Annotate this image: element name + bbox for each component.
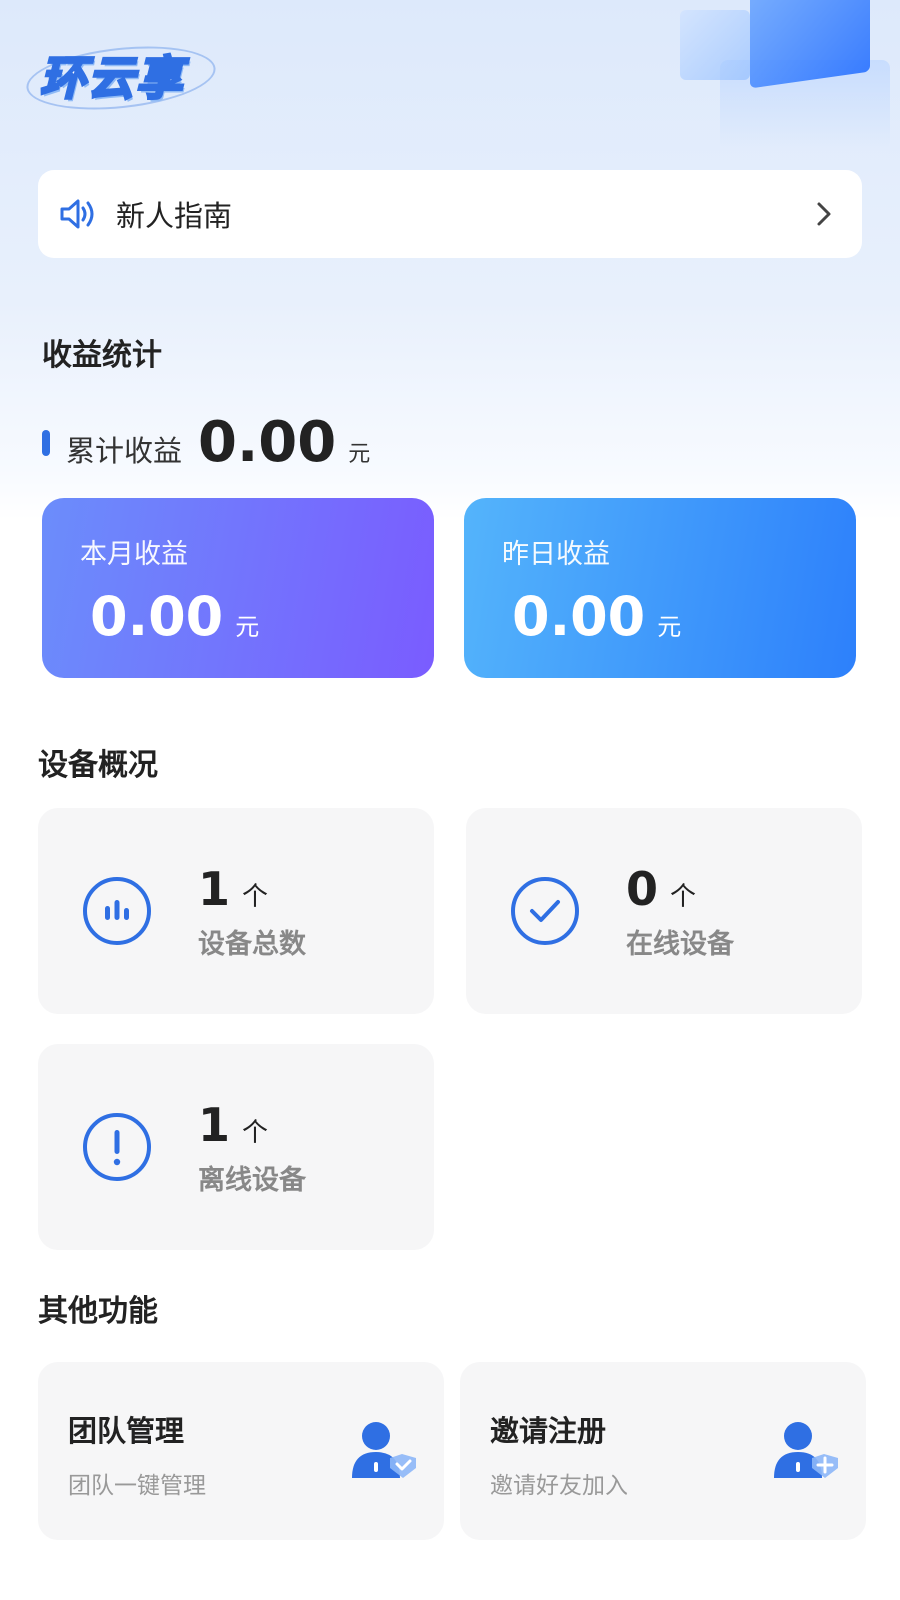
- yesterday-earnings-unit: 元: [657, 613, 682, 641]
- newbie-guide-banner[interactable]: 新人指南: [38, 170, 862, 258]
- earnings-section-title: 收益统计: [42, 338, 162, 373]
- device-online-count: 0: [626, 861, 659, 916]
- device-total-unit: 个: [242, 881, 269, 912]
- yesterday-earnings-label: 昨日收益: [502, 539, 610, 570]
- device-total-label: 设备总数: [198, 928, 306, 960]
- month-earnings-unit: 元: [235, 613, 260, 641]
- device-total-card[interactable]: 1 个 设备总数: [38, 808, 434, 1014]
- guide-label: 新人指南: [116, 199, 233, 233]
- device-offline-unit: 个: [242, 1117, 269, 1148]
- device-online-card[interactable]: 0 个 在线设备: [466, 808, 862, 1014]
- team-manage-card[interactable]: 团队管理 团队一键管理: [38, 1362, 444, 1540]
- functions-section-title: 其他功能: [38, 1294, 158, 1329]
- device-offline-count: 1: [198, 1097, 231, 1152]
- speaker-icon: [60, 199, 94, 229]
- chevron-right-icon: [817, 202, 831, 226]
- device-online-label: 在线设备: [626, 928, 734, 960]
- total-earnings: 累计收益 0.00 元: [42, 410, 370, 475]
- total-earnings-unit: 元: [348, 442, 371, 467]
- yesterday-earnings-value: 0.00: [512, 585, 646, 648]
- devices-section-title: 设备概况: [38, 748, 158, 783]
- app-logo: 环云享: [23, 38, 219, 118]
- invite-user-icon: [774, 1422, 838, 1478]
- check-circle-icon: [511, 877, 579, 945]
- month-earnings-card[interactable]: 本月收益 0.00 元: [42, 498, 434, 678]
- team-manage-icon: [352, 1422, 416, 1478]
- device-offline-label: 离线设备: [198, 1164, 306, 1196]
- logo-text: 环云享: [39, 50, 184, 107]
- device-online-unit: 个: [670, 881, 697, 912]
- yesterday-earnings-card[interactable]: 昨日收益 0.00 元: [464, 498, 856, 678]
- header-decoration: [660, 0, 900, 180]
- month-earnings-label: 本月收益: [80, 539, 188, 570]
- alert-circle-icon: [83, 1113, 151, 1181]
- device-offline-card[interactable]: 1 个 离线设备: [38, 1044, 434, 1250]
- total-earnings-label: 累计收益: [66, 434, 183, 468]
- month-earnings-value: 0.00: [90, 585, 224, 648]
- total-earnings-value: 0.00: [198, 410, 337, 475]
- device-total-count: 1: [198, 861, 231, 916]
- invite-register-card[interactable]: 邀请注册 邀请好友加入: [460, 1362, 866, 1540]
- total-indicator-bar: [42, 429, 50, 456]
- bar-chart-icon: [83, 877, 151, 945]
